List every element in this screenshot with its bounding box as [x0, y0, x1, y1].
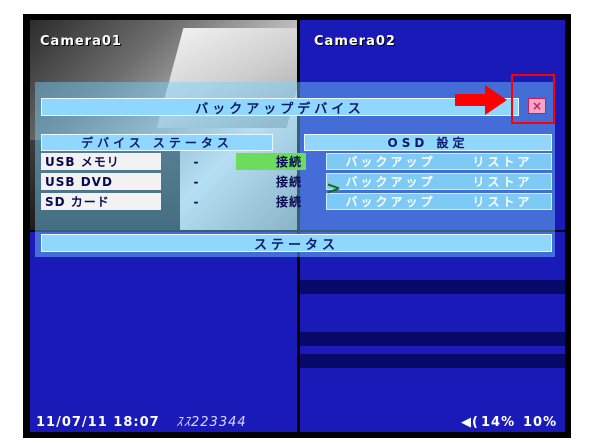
backup-restore-actions: バックアップ リストア [326, 193, 552, 210]
dialog-title: バックアップデバイス [41, 98, 519, 117]
camera02-label: Camera02 [314, 34, 396, 49]
storage-level: 10% [523, 415, 558, 430]
feed-stripe [300, 332, 565, 346]
backup-restore-actions: バックアップ リストア [326, 173, 552, 190]
dvr-monitor: Camera01 Camera02 バックアップデバイス × デバイス ステータ… [23, 14, 571, 438]
column-header-device-status: デバイス ステータス [41, 134, 273, 151]
backup-button[interactable]: バックアップ [345, 193, 435, 210]
restore-button[interactable]: リストア [472, 153, 532, 170]
restore-button[interactable]: リストア [472, 193, 532, 210]
connect-status[interactable]: 接続 [236, 153, 306, 170]
arrow-right-icon [455, 85, 507, 115]
backup-restore-actions: バックアップ リストア [326, 153, 552, 170]
connect-status[interactable]: 接続 [236, 173, 306, 190]
column-header-osd: OSD 設定 [304, 134, 552, 151]
status-bar: ステータス [41, 234, 552, 253]
connect-status[interactable]: 接続 [236, 193, 306, 210]
device-id: ｽｽ223344 [176, 415, 247, 430]
backup-button[interactable]: バックアップ [345, 153, 435, 170]
feed-stripe [300, 354, 565, 368]
volume-level: 14% [481, 415, 516, 430]
backup-button[interactable]: バックアップ [345, 173, 435, 190]
volume-icon: ◀( [461, 415, 479, 430]
feed-stripe [300, 280, 565, 294]
camera01-label: Camera01 [40, 34, 122, 49]
camera04-feed [300, 232, 565, 432]
device-value: - [193, 154, 199, 169]
camera03-feed [30, 232, 297, 432]
device-value: - [193, 174, 199, 189]
highlight-box [511, 74, 555, 124]
device-name: SD カード [41, 193, 161, 210]
restore-button[interactable]: リストア [472, 173, 532, 190]
pointer-cursor-icon: > [326, 178, 342, 199]
device-name: USB メモリ [41, 153, 161, 170]
device-row-sd-card: SD カード - 接続 バックアップ リストア [41, 193, 552, 210]
device-name: USB DVD [41, 173, 161, 190]
datetime-display: 11/07/11 18:07 [36, 415, 160, 430]
device-value: - [193, 194, 199, 209]
device-row-usb-memory: USB メモリ - 接続 バックアップ リストア [41, 153, 552, 170]
device-row-usb-dvd: USB DVD - 接続 バックアップ リストア [41, 173, 552, 190]
